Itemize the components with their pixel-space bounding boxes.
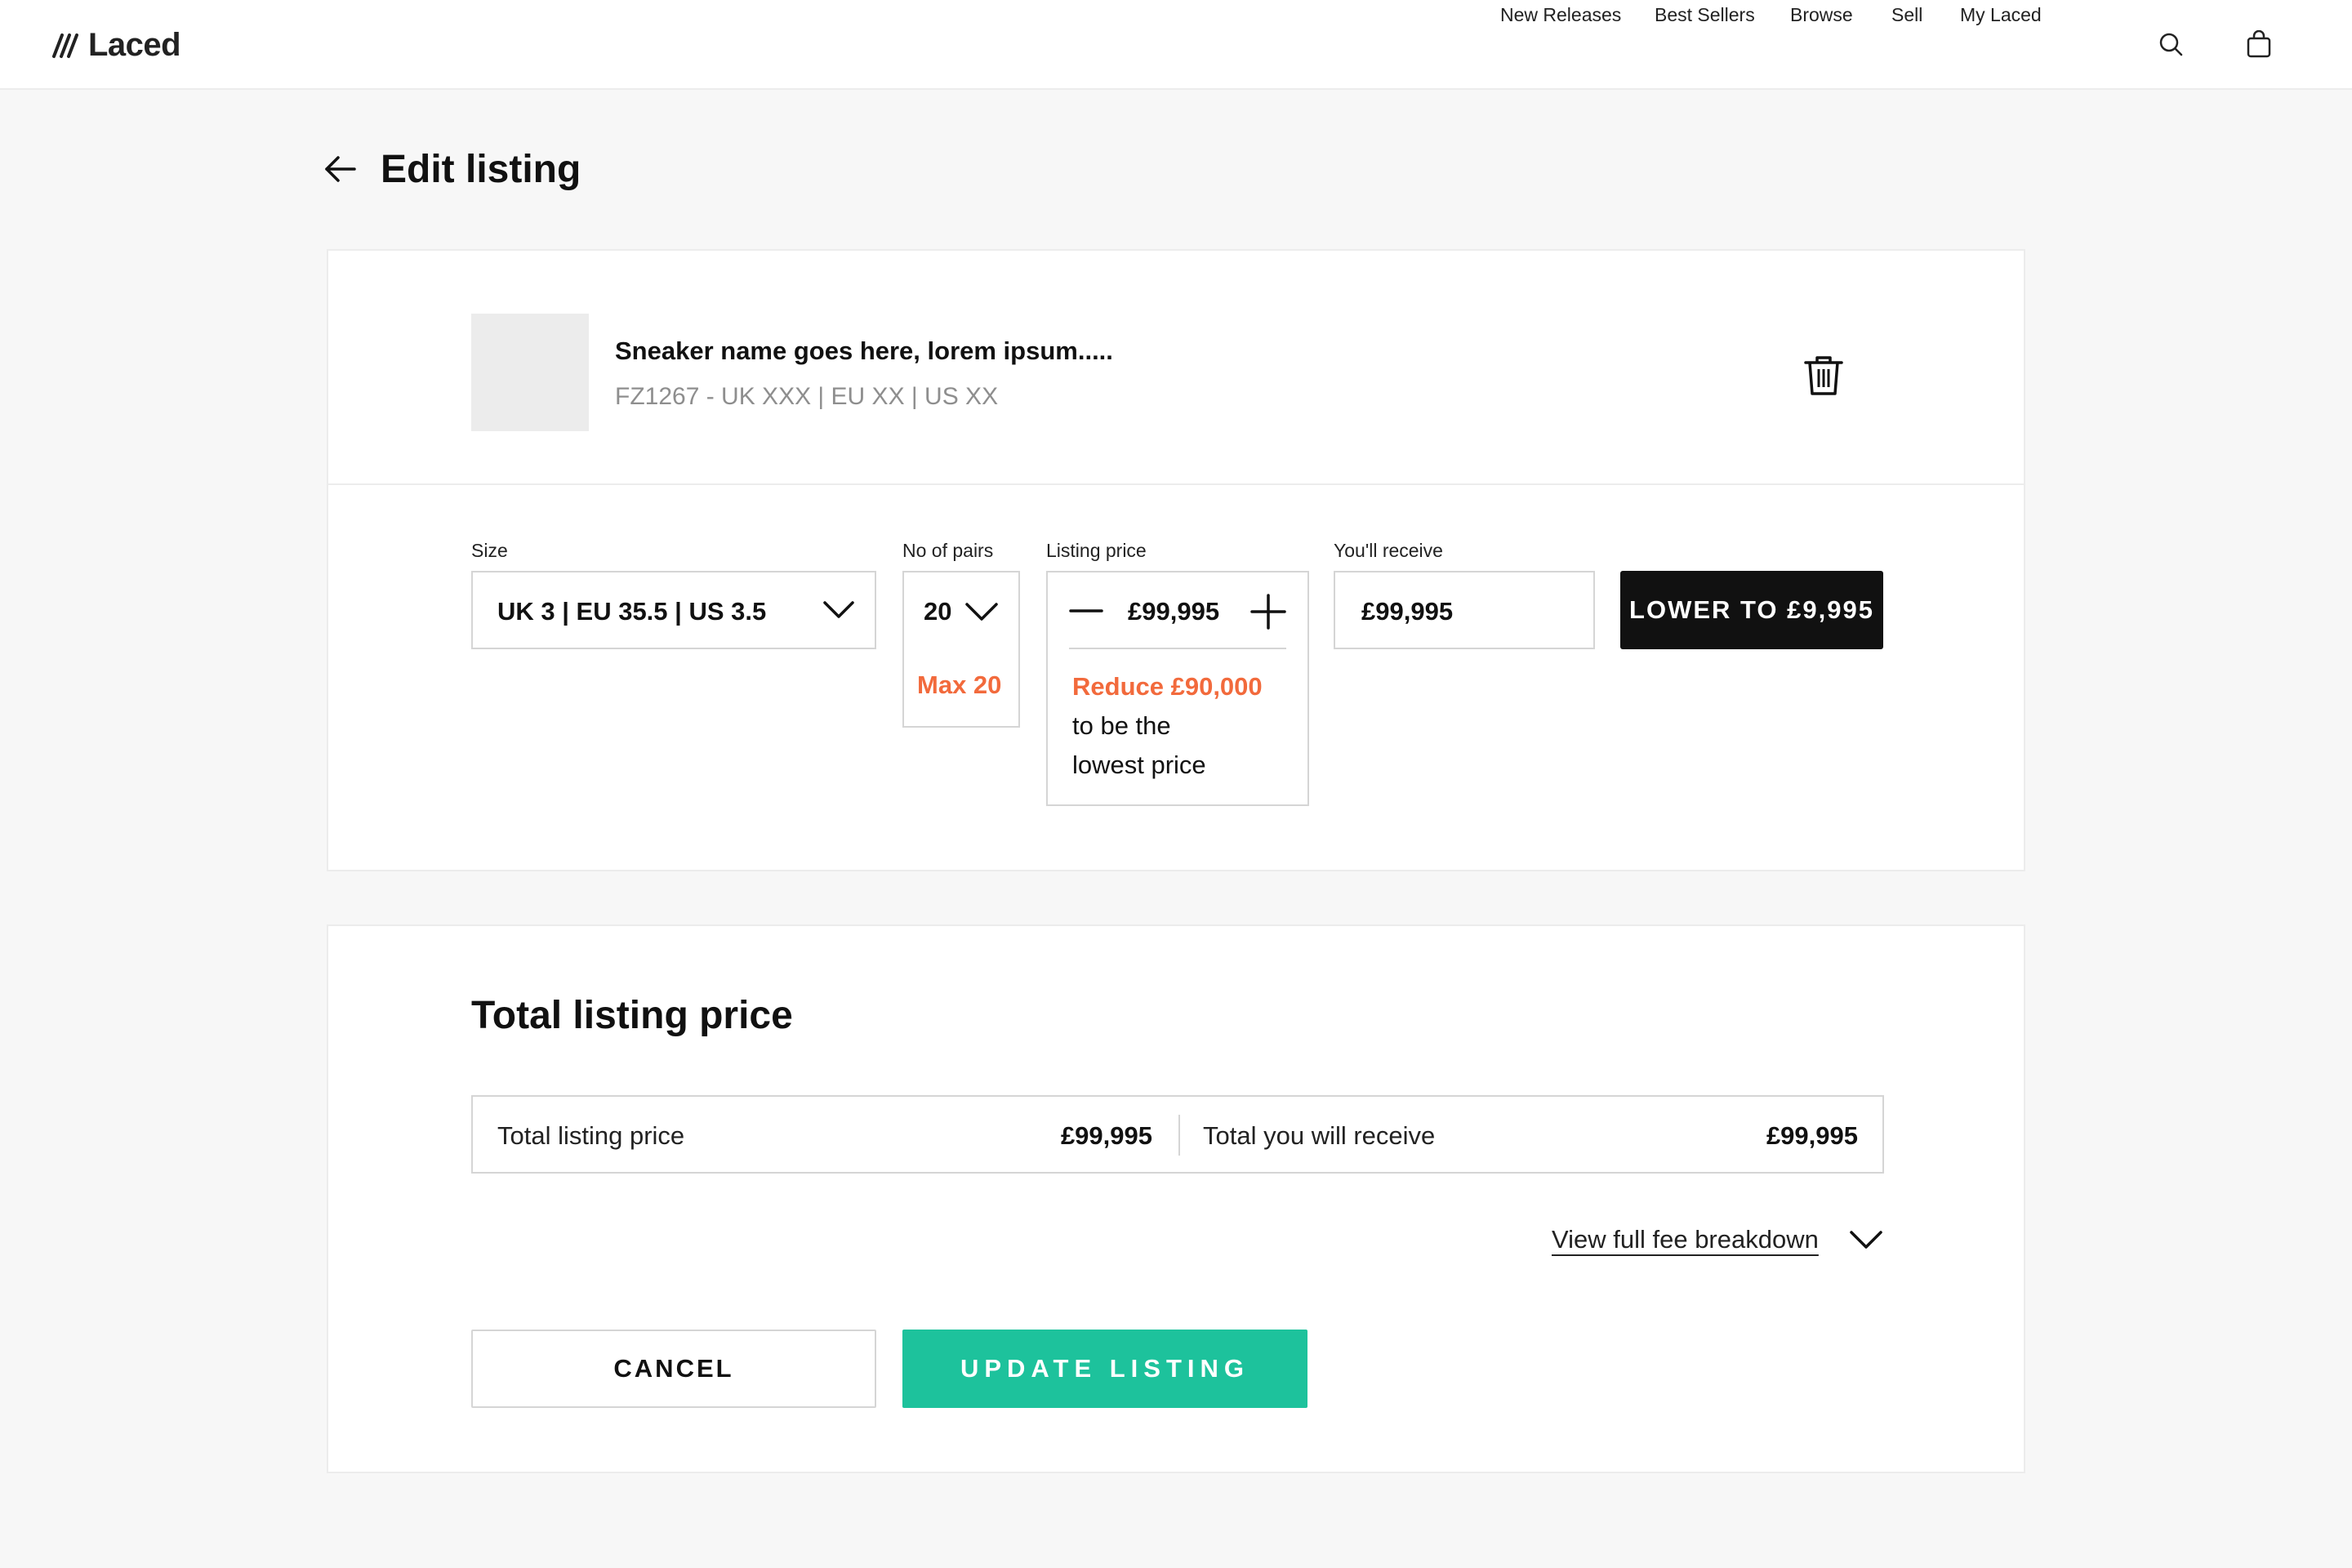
pairs-select[interactable]: 20 Max 20 <box>902 571 1020 728</box>
total-listing-label: Total listing price <box>497 1121 685 1150</box>
logo-text: Laced <box>88 26 181 63</box>
size-select[interactable]: UK 3 | EU 35.5 | US 3.5 <box>471 571 876 649</box>
stepper-divider <box>1069 648 1286 649</box>
pairs-label: No of pairs <box>902 540 994 561</box>
pairs-max-text: Max 20 <box>917 670 1002 699</box>
section-title: Total listing price <box>471 994 793 1037</box>
nav-sell[interactable]: Sell <box>1891 0 1922 29</box>
summary-separator <box>1178 1115 1180 1156</box>
chevron-down-icon <box>823 601 854 618</box>
plus-icon[interactable] <box>1250 594 1286 630</box>
size-select-value: UK 3 | EU 35.5 | US 3.5 <box>497 597 767 626</box>
total-receive-label: Total you will receive <box>1203 1121 1436 1150</box>
nav-browse[interactable]: Browse <box>1790 0 1853 29</box>
chevron-down-icon <box>965 603 998 621</box>
minus-icon[interactable] <box>1069 599 1103 623</box>
fee-breakdown-link[interactable]: View full fee breakdown <box>1552 1225 1819 1254</box>
receive-value: £99,995 <box>1361 597 1454 626</box>
trash-icon[interactable] <box>1801 353 1846 399</box>
receive-field: £99,995 <box>1334 571 1595 649</box>
totals-summary: Total listing price £99,995 Total you wi… <box>471 1095 1884 1174</box>
price-hint-highlight: Reduce £90,000 <box>1072 672 1263 701</box>
laced-logo[interactable]: Laced <box>51 24 181 65</box>
total-listing-card: Total listing price Total listing price … <box>327 924 2025 1473</box>
size-label: Size <box>471 540 508 561</box>
receive-label: You'll receive <box>1334 540 1443 561</box>
nav-new-releases[interactable]: New Releases <box>1500 0 1621 29</box>
lower-price-button[interactable]: LOWER TO £9,995 <box>1620 571 1883 649</box>
search-icon[interactable] <box>2154 28 2187 60</box>
price-hint-line1: to be the <box>1072 711 1171 740</box>
update-listing-button[interactable]: UPDATE LISTING <box>902 1330 1307 1408</box>
price-hint-line2: lowest price <box>1072 751 1206 779</box>
pairs-select-value: 20 <box>924 597 952 626</box>
laced-logo-mark-icon <box>52 33 78 58</box>
price-label: Listing price <box>1046 540 1147 561</box>
arrow-left-icon[interactable] <box>323 152 358 186</box>
nav-best-sellers[interactable]: Best Sellers <box>1655 0 1755 29</box>
total-receive-value: £99,995 <box>1766 1121 1858 1150</box>
listing-card: Sneaker name goes here, lorem ipsum.....… <box>327 249 2025 871</box>
product-meta: FZ1267 - UK XXX | EU XX | US XX <box>615 383 999 410</box>
nav-my-laced[interactable]: My Laced <box>1960 0 2042 29</box>
bag-icon[interactable] <box>2243 28 2275 60</box>
cancel-button[interactable]: CANCEL <box>471 1330 876 1408</box>
chevron-down-icon[interactable] <box>1849 1227 1883 1253</box>
page-title: Edit listing <box>381 148 581 191</box>
top-navigation-bar: Laced New Releases Best Sellers Browse S… <box>0 0 2352 90</box>
card-divider <box>328 483 2024 485</box>
total-listing-value: £99,995 <box>1060 1121 1152 1150</box>
price-stepper: £99,995 Reduce £90,000 to be the lowest … <box>1046 571 1309 806</box>
product-thumbnail <box>471 314 589 431</box>
product-name: Sneaker name goes here, lorem ipsum..... <box>615 336 1113 365</box>
price-value[interactable]: £99,995 <box>1128 597 1219 626</box>
